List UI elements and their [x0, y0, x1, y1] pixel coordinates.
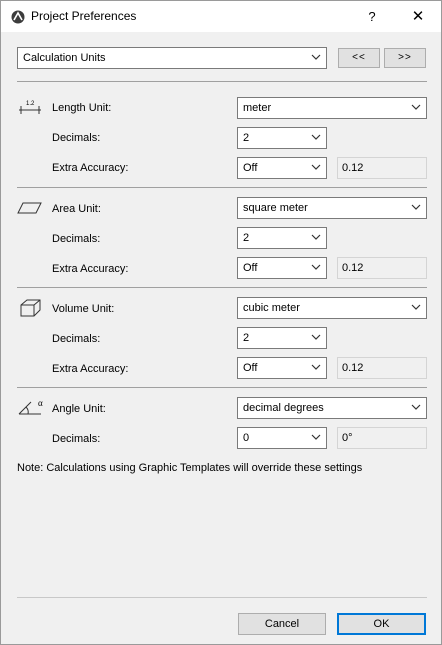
angle-decimals-select[interactable]: 0 [237, 427, 327, 449]
length-accuracy-value: Off [243, 162, 258, 174]
angle-icon-text: α [38, 398, 43, 408]
chevron-down-icon [311, 134, 321, 140]
help-button[interactable]: ? [349, 1, 395, 32]
chevron-down-icon [311, 334, 321, 340]
override-note: Note: Calculations using Graphic Templat… [17, 462, 363, 474]
volume-unit-select[interactable]: cubic meter [237, 297, 427, 319]
area-decimals-select[interactable]: 2 [237, 227, 327, 249]
volume-decimals-value: 2 [243, 332, 250, 344]
angle-decimals-label: Decimals: [52, 433, 101, 445]
volume-unit-value: cubic meter [243, 302, 300, 314]
area-accuracy-label: Extra Accuracy: [52, 263, 129, 275]
angle-unit-value: decimal degrees [243, 402, 324, 414]
length-unit-icon: 1.2 [19, 101, 41, 114]
chevron-down-icon [411, 204, 421, 210]
previous-page-button[interactable]: << [338, 48, 380, 68]
angle-sample-value: 0° [342, 432, 353, 444]
area-sample-value: 0.12 [342, 262, 364, 274]
angle-unit-icon: α [18, 398, 43, 415]
area-sample-readout: 0.12 [337, 257, 427, 279]
chevron-down-icon [311, 54, 321, 60]
length-unit-select[interactable]: meter [237, 97, 427, 119]
chevron-down-icon [411, 304, 421, 310]
separator [17, 81, 427, 82]
area-accuracy-select[interactable]: Off [237, 257, 327, 279]
volume-decimals-select[interactable]: 2 [237, 327, 327, 349]
volume-decimals-label: Decimals: [52, 333, 101, 345]
length-unit-value: meter [243, 102, 272, 114]
length-icon-text: 1.2 [26, 101, 35, 107]
volume-sample-readout: 0.12 [337, 357, 427, 379]
length-decimals-select[interactable]: 2 [237, 127, 327, 149]
volume-unit-icon [20, 299, 41, 317]
angle-unit-select[interactable]: decimal degrees [237, 397, 427, 419]
area-decimals-value: 2 [243, 232, 250, 244]
angle-decimals-value: 0 [243, 432, 250, 444]
ok-button[interactable]: OK [337, 613, 426, 635]
separator [17, 187, 427, 188]
footer-separator [17, 597, 427, 598]
length-decimals-value: 2 [243, 132, 250, 144]
volume-accuracy-select[interactable]: Off [237, 357, 327, 379]
area-unit-value: square meter [243, 202, 308, 214]
app-icon [11, 10, 25, 24]
volume-accuracy-value: Off [243, 362, 258, 374]
length-unit-label: Length Unit: [52, 102, 112, 114]
chevron-down-icon [311, 434, 321, 440]
next-page-button[interactable]: >> [384, 48, 426, 68]
volume-accuracy-label: Extra Accuracy: [52, 363, 129, 375]
area-unit-select[interactable]: square meter [237, 197, 427, 219]
length-sample-readout: 0.12 [337, 157, 427, 179]
cancel-button[interactable]: Cancel [238, 613, 326, 635]
length-decimals-label: Decimals: [52, 132, 101, 144]
area-decimals-label: Decimals: [52, 233, 101, 245]
chevron-down-icon [311, 234, 321, 240]
area-accuracy-value: Off [243, 262, 258, 274]
separator [17, 387, 427, 388]
category-select[interactable]: Calculation Units [17, 47, 327, 69]
length-accuracy-select[interactable]: Off [237, 157, 327, 179]
category-select-value: Calculation Units [23, 52, 106, 64]
length-accuracy-label: Extra Accuracy: [52, 162, 129, 174]
volume-unit-label: Volume Unit: [52, 303, 115, 315]
angle-unit-label: Angle Unit: [52, 403, 106, 415]
chevron-down-icon [411, 404, 421, 410]
chevron-down-icon [311, 364, 321, 370]
area-unit-label: Area Unit: [52, 203, 101, 215]
chevron-down-icon [411, 104, 421, 110]
area-unit-icon [17, 202, 42, 214]
title-bar: Project Preferences ? ✕ [1, 1, 441, 32]
window-title: Project Preferences [31, 9, 137, 23]
chevron-down-icon [311, 264, 321, 270]
angle-sample-readout: 0° [337, 427, 427, 449]
length-sample-value: 0.12 [342, 162, 364, 174]
separator [17, 287, 427, 288]
preferences-dialog: Project Preferences ? ✕ Calculation Unit… [0, 0, 442, 645]
volume-sample-value: 0.12 [342, 362, 364, 374]
chevron-down-icon [311, 164, 321, 170]
close-button[interactable]: ✕ [395, 1, 441, 32]
